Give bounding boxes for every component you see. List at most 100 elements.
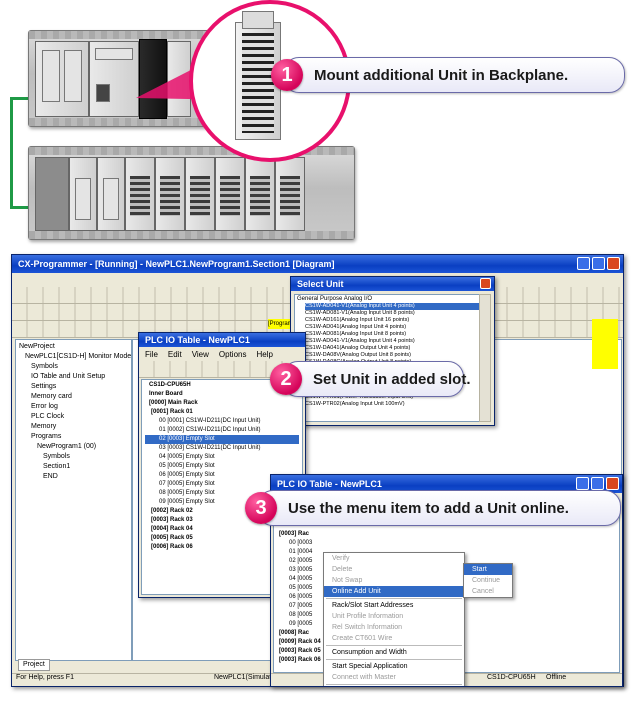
context-menu-item: Connect with Master [332, 674, 396, 681]
unit-list-item[interactable]: CS1W-AD081(Analog Input Unit 8 points) [305, 331, 479, 338]
maximize-button[interactable] [591, 477, 604, 490]
callout-1-number: 1 [271, 59, 303, 91]
expansion-cable-bottom [10, 206, 30, 209]
close-button[interactable] [606, 477, 619, 490]
context-menu-item[interactable]: Check [324, 686, 464, 687]
menu-separator [326, 659, 462, 660]
tree-item[interactable]: PLC Clock [19, 412, 128, 422]
io-unit-2 [97, 157, 125, 231]
maximize-button[interactable] [592, 257, 605, 270]
menu-separator [326, 684, 462, 685]
minimize-button[interactable] [576, 477, 589, 490]
tree-row[interactable]: 00 [0003 [277, 539, 616, 548]
tree-item[interactable]: NewProject [19, 342, 128, 352]
io-unit-1 [69, 157, 97, 231]
callout-2: Set Unit in added slot. [282, 361, 471, 397]
context-menu: Verify Delete Not Swap Online Add Unit Rack/… [323, 552, 465, 687]
callout-2-number: 2 [270, 363, 302, 395]
yellow-side-bar [592, 319, 618, 369]
menu-help[interactable]: Help [256, 350, 272, 359]
minimize-button[interactable] [577, 257, 590, 270]
project-tab[interactable]: Project [18, 659, 50, 671]
tree-item[interactable]: Settings [19, 382, 128, 392]
unit-list[interactable]: General Purpose Analog I/O CS1W-AD041-V1… [294, 294, 480, 422]
unit-list-item[interactable]: CS1W-AD041-V1(Analog Input Unit 4 points… [305, 303, 479, 310]
unit-list-item[interactable]: CS1W-AD161(Analog Input Unit 16 points) [305, 317, 479, 324]
context-menu-item[interactable]: Rack/Slot Start Addresses [324, 600, 464, 611]
tree-row[interactable]: 00 [0001] CS1W-ID211(DC Input Unit) [145, 417, 299, 426]
io-table-menubar: File Edit View Options Help [139, 347, 305, 361]
menu-edit[interactable]: Edit [168, 350, 182, 359]
unit-list-item[interactable]: CS1W-AD041-V1(Analog Input Unit 4 points… [305, 338, 479, 345]
submenu-item[interactable]: Start [464, 564, 512, 575]
menu-view[interactable]: View [192, 350, 209, 359]
context-menu-item: Create CT601 Wire [332, 635, 393, 642]
tree-item[interactable]: Symbols [19, 362, 128, 372]
context-menu-item[interactable]: Consumption and Width [324, 647, 464, 658]
select-unit-title: Select Unit [291, 277, 494, 291]
list-scrollbar[interactable] [479, 294, 491, 422]
selected-slot-row[interactable]: 02 [0003] Empty Slot [145, 435, 299, 444]
io-unit-4 [155, 157, 185, 231]
menu-options[interactable]: Options [219, 350, 247, 359]
tree-item[interactable]: Symbols [19, 452, 128, 462]
context-menu-item[interactable]: Start Special Application [324, 661, 464, 672]
context-submenu: Start Continue Cancel [463, 563, 513, 598]
callout-3-text: Use the menu item to add a Unit online. [288, 499, 569, 517]
unit-list-item[interactable]: CS1W-AD081-V1(Analog Input Unit 8 points… [305, 310, 479, 317]
tree-row[interactable]: 03 [0003] CS1W-ID211(DC Input Unit) [145, 444, 299, 453]
context-menu-item: Delete [332, 566, 353, 573]
tree-item[interactable]: NewPLC1[CS1D-H] Monitor Mode [19, 352, 131, 362]
hardware-illustration: Mount additional Unit in Backplane. 1 [0, 0, 636, 240]
context-menu-item: Unit Profile Information [332, 613, 404, 620]
io-unit-3 [125, 157, 155, 231]
tree-row[interactable]: 01 [0002] CS1W-ID211(DC Input Unit) [145, 426, 299, 435]
select-unit-dialog: Select Unit General Purpose Analog I/O C… [290, 276, 495, 426]
unit-list-item[interactable]: CS1W-PTR02(Analog Input Unit 100mV) [305, 401, 479, 408]
callout-3: Use the menu item to add a Unit online. [257, 490, 621, 526]
close-button[interactable] [607, 257, 620, 270]
tree-item[interactable]: Section1 [19, 462, 128, 472]
submenu-item[interactable]: Continue [464, 575, 512, 586]
menu-separator [326, 598, 462, 599]
context-menu-item: Verify [332, 555, 350, 562]
context-menu-item[interactable]: Online Add Unit [324, 586, 464, 597]
context-menu-item: Not Swap [332, 577, 363, 584]
callout-3-number: 3 [245, 492, 277, 524]
window-buttons [577, 257, 620, 270]
menu-separator [326, 645, 462, 646]
main-window-title: CX-Programmer - [Running] - NewPLC1.NewP… [12, 255, 623, 273]
unit-group[interactable]: General Purpose Analog I/O [295, 295, 479, 303]
tree-item[interactable]: NewProgram1 (00) [19, 442, 128, 452]
tree-item[interactable]: Memory [19, 422, 128, 432]
tree-item[interactable]: IO Table and Unit Setup [19, 372, 128, 382]
unit-list-item[interactable]: CS1W-DA08V(Analog Output Unit 8 points) [305, 352, 479, 359]
tree-item[interactable]: Error log [19, 402, 128, 412]
io-unit-5 [185, 157, 215, 231]
context-menu-item: Rel Switch Information [332, 624, 403, 631]
menu-file[interactable]: File [145, 350, 158, 359]
unit-list-item[interactable]: CS1W-DA041(Analog Output Unit 4 points) [305, 345, 479, 352]
tree-item[interactable]: Programs [19, 432, 128, 442]
unit-list-item[interactable]: CS1W-AD041(Analog Input Unit 4 points) [305, 324, 479, 331]
callout-1-text: Mount additional Unit in Backplane. [314, 66, 569, 84]
expansion-cable [10, 97, 13, 209]
tree-row[interactable]: [0000] Main Rack [145, 399, 299, 408]
callout-2-text: Set Unit in added slot. [313, 370, 471, 388]
tree-item[interactable]: END [19, 472, 128, 482]
close-button[interactable] [480, 278, 491, 289]
tree-row[interactable]: 04 [0005] Empty Slot [145, 453, 299, 462]
tree-row[interactable]: [0003] Rac [277, 530, 616, 539]
power-supply-unit [35, 41, 89, 117]
submenu-item[interactable]: Cancel [464, 586, 512, 597]
expansion-rack [28, 146, 355, 240]
io-unit-7 [245, 157, 275, 231]
io-table-title: PLC IO Table - NewPLC1 [139, 333, 305, 347]
io-unit-6 [215, 157, 245, 231]
tree-row[interactable]: 05 [0005] Empty Slot [145, 462, 299, 471]
tree-row[interactable]: [0001] Rack 01 [145, 408, 299, 417]
tree-item[interactable]: Memory card [19, 392, 128, 402]
project-tree: NewProject NewPLC1[CS1D-H] Monitor Mode Sy… [16, 340, 131, 484]
callout-1: Mount additional Unit in Backplane. [283, 57, 625, 93]
project-tree-pane: NewProject NewPLC1[CS1D-H] Monitor Mode Sy… [15, 339, 132, 661]
